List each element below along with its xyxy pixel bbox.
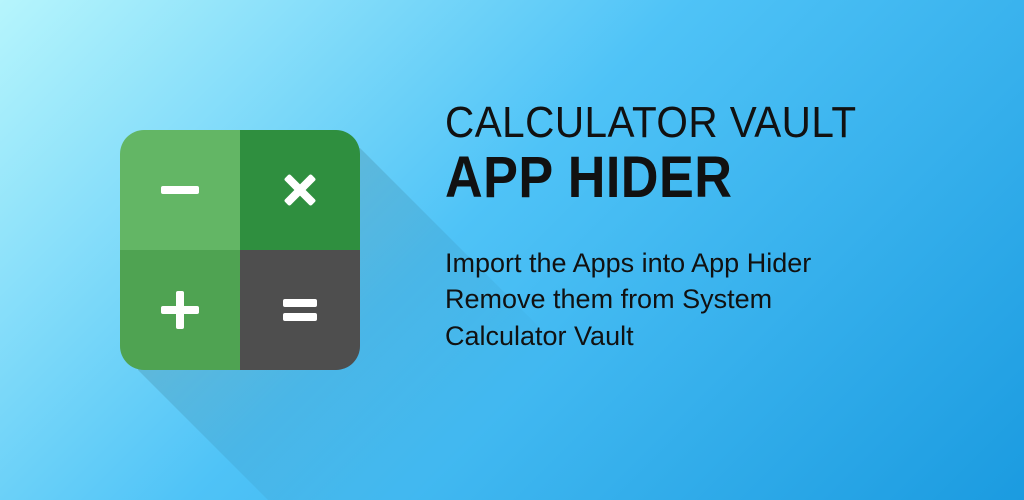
app-icon-surface bbox=[120, 130, 360, 370]
calculator-app-icon bbox=[120, 130, 360, 370]
icon-quad-equals bbox=[240, 250, 360, 370]
icon-quad-minus bbox=[120, 130, 240, 250]
minus-icon bbox=[153, 163, 207, 217]
description-line-2: Remove them from System bbox=[445, 281, 984, 317]
title-line-1: CALCULATOR VAULT bbox=[445, 98, 941, 148]
plus-icon bbox=[153, 283, 207, 337]
equals-icon bbox=[273, 283, 327, 337]
promo-text-block: CALCULATOR VAULT APP HIDER Import the Ap… bbox=[445, 98, 984, 354]
description-line-3: Calculator Vault bbox=[445, 318, 984, 354]
multiply-icon bbox=[273, 163, 327, 217]
description: Import the Apps into App Hider Remove th… bbox=[445, 245, 984, 354]
description-line-1: Import the Apps into App Hider bbox=[445, 245, 984, 281]
icon-quad-multiply bbox=[240, 130, 360, 250]
icon-quad-plus bbox=[120, 250, 240, 370]
title-line-2: APP HIDER bbox=[445, 144, 930, 211]
